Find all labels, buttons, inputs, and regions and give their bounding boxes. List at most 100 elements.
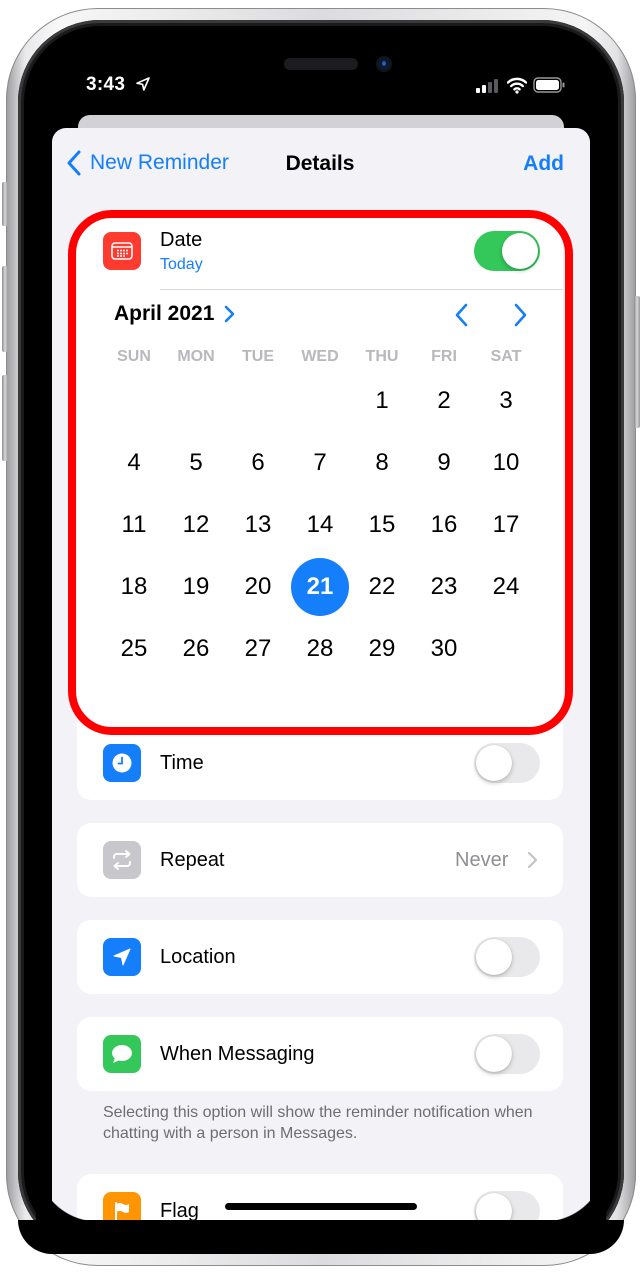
- back-button[interactable]: New Reminder: [66, 150, 229, 176]
- calendar-day[interactable]: 23: [413, 558, 475, 616]
- weekday-fri: FRI: [431, 348, 457, 365]
- messaging-footer-note: Selecting this option will show the remi…: [103, 1104, 533, 1142]
- calendar-day[interactable]: 4: [103, 434, 165, 492]
- add-button[interactable]: Add: [523, 152, 564, 176]
- calendar-day-number: 12: [182, 511, 210, 538]
- calendar-day[interactable]: 7: [289, 434, 351, 492]
- calendar-day-number: 8: [375, 449, 389, 476]
- location-arrow-icon: [136, 77, 150, 91]
- cellular-signal-icon: [476, 79, 498, 93]
- calendar-day[interactable]: 17: [475, 496, 537, 554]
- calendar-day-number: 24: [492, 573, 520, 600]
- calendar-day[interactable]: 2: [413, 372, 475, 430]
- calendar-day[interactable]: 25: [103, 620, 165, 678]
- calendar-day-number: 11: [121, 511, 147, 538]
- back-button-label: New Reminder: [90, 151, 229, 174]
- calendar-day-number: 16: [430, 511, 458, 538]
- when-messaging-toggle[interactable]: [474, 1034, 540, 1074]
- screen-bottom-mask: [18, 1220, 624, 1254]
- location-toggle[interactable]: [474, 937, 540, 977]
- calendar-day[interactable]: 5: [165, 434, 227, 492]
- volume-down-button: [2, 375, 8, 461]
- calendar-day-number: 10: [492, 449, 520, 476]
- time-toggle[interactable]: [474, 743, 540, 783]
- location-label: Location: [160, 946, 236, 968]
- earpiece-speaker: [284, 58, 358, 70]
- calendar-day-number: 3: [499, 387, 513, 414]
- chevron-right-icon: [527, 851, 538, 869]
- calendar-day[interactable]: 13: [227, 496, 289, 554]
- calendar-day-number: 14: [306, 511, 334, 538]
- chevron-left-icon: [67, 150, 81, 176]
- calendar-day[interactable]: 8: [351, 434, 413, 492]
- calendar-day-number: 20: [244, 573, 272, 600]
- calendar-day-number: 22: [368, 573, 396, 600]
- calendar-day-number: 19: [182, 573, 210, 600]
- calendar-day[interactable]: 10: [475, 434, 537, 492]
- calendar-day-number: 7: [313, 449, 327, 476]
- home-indicator[interactable]: [225, 1203, 417, 1210]
- front-camera: [378, 58, 390, 70]
- date-toggle[interactable]: [474, 231, 540, 271]
- calendar-day-selected[interactable]: 21: [289, 558, 351, 616]
- date-divider: [160, 289, 563, 290]
- calendar-day-number: 13: [244, 511, 272, 538]
- repeat-label: Repeat: [160, 849, 225, 871]
- month-year-selector[interactable]: April 2021: [114, 302, 236, 326]
- calendar-day[interactable]: 16: [413, 496, 475, 554]
- repeat-icon: [103, 841, 141, 879]
- calendar-day[interactable]: 29: [351, 620, 413, 678]
- calendar-day[interactable]: 22: [351, 558, 413, 616]
- calendar-day[interactable]: 27: [227, 620, 289, 678]
- mute-switch: [2, 182, 8, 226]
- date-value[interactable]: Today: [160, 256, 203, 274]
- calendar-day[interactable]: 15: [351, 496, 413, 554]
- calendar-day-number: 1: [375, 387, 389, 414]
- calendar-day[interactable]: 9: [413, 434, 475, 492]
- time-label: Time: [160, 752, 204, 774]
- weekday-wed: WED: [301, 348, 339, 365]
- calendar-day-number: 21: [291, 558, 349, 616]
- page-title: Details: [285, 152, 355, 175]
- calendar-day-number: 29: [368, 635, 396, 662]
- wifi-icon: [507, 77, 527, 94]
- location-arrow-icon: [103, 938, 141, 976]
- calendar-day[interactable]: 24: [475, 558, 537, 616]
- weekday-sat: SAT: [490, 348, 522, 365]
- calendar-day[interactable]: 30: [413, 620, 475, 678]
- toggle-knob: [476, 939, 512, 975]
- previous-month-button[interactable]: [452, 302, 472, 328]
- calendar-day-number: 26: [182, 635, 210, 662]
- calendar-day[interactable]: 19: [165, 558, 227, 616]
- calendar-day[interactable]: 20: [227, 558, 289, 616]
- weekday-tue: TUE: [242, 348, 274, 365]
- calendar-day-number: 18: [120, 573, 148, 600]
- next-month-button[interactable]: [510, 302, 530, 328]
- calendar-day[interactable]: 26: [165, 620, 227, 678]
- calendar-day[interactable]: 11: [103, 496, 165, 554]
- calendar-day[interactable]: 1: [351, 372, 413, 430]
- screen-bottom-right-corner: [544, 1160, 606, 1222]
- calendar-day[interactable]: 12: [165, 496, 227, 554]
- calendar-day-number: 9: [437, 449, 451, 476]
- toggle-knob: [502, 233, 538, 269]
- calendar-icon: [103, 232, 141, 270]
- calendar-day-number: 30: [430, 635, 458, 662]
- calendar-day[interactable]: 6: [227, 434, 289, 492]
- calendar-day[interactable]: 3: [475, 372, 537, 430]
- calendar-day[interactable]: 18: [103, 558, 165, 616]
- toggle-knob: [476, 1036, 512, 1072]
- message-bubble-icon: [103, 1035, 141, 1073]
- calendar-day-number: 23: [430, 573, 458, 600]
- calendar-day[interactable]: 14: [289, 496, 351, 554]
- power-button: [634, 296, 640, 428]
- calendar-day[interactable]: 28: [289, 620, 351, 678]
- toggle-knob: [476, 745, 512, 781]
- weekday-thu: THU: [365, 348, 399, 365]
- when-messaging-label: When Messaging: [160, 1043, 315, 1065]
- weekday-mon: MON: [177, 348, 215, 365]
- volume-up-button: [2, 266, 8, 352]
- calendar-day-number: 6: [251, 449, 265, 476]
- calendar-day-number: 15: [368, 511, 396, 538]
- calendar-day-number: 2: [437, 387, 451, 414]
